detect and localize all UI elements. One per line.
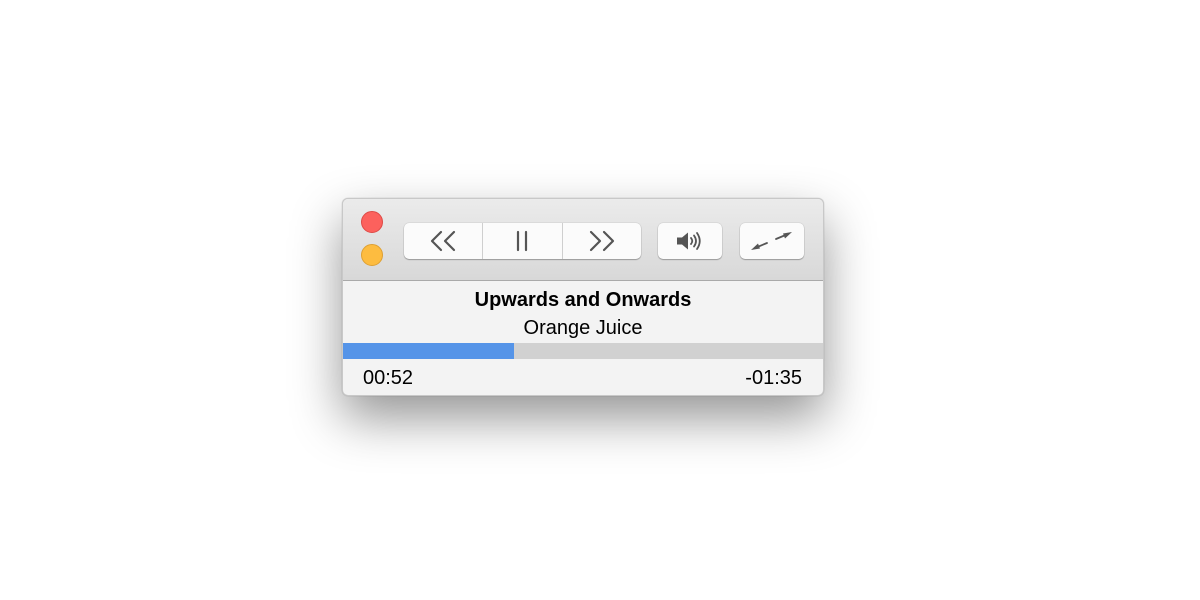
pause-button[interactable]: [482, 223, 561, 259]
track-title: Upwards and Onwards: [474, 289, 692, 311]
progress-bar-fill: [343, 343, 514, 359]
track-info: Upwards and Onwards Orange Juice: [343, 281, 823, 343]
pause-icon: [517, 230, 528, 252]
mini-player-window: Upwards and Onwards Orange Juice 00:52 -…: [342, 198, 824, 396]
remaining-time: -01:35: [745, 367, 802, 389]
transport-controls: [404, 223, 641, 259]
speaker-icon: [677, 232, 701, 250]
fast-forward-button[interactable]: [561, 223, 641, 259]
volume-button[interactable]: [658, 223, 722, 259]
progress-bar[interactable]: [343, 343, 823, 359]
close-button[interactable]: [361, 211, 383, 233]
fast-forward-icon: [589, 230, 614, 252]
track-artist: Orange Juice: [523, 317, 643, 339]
minimize-button[interactable]: [361, 244, 383, 266]
rewind-icon: [431, 230, 456, 252]
player-toolbar: [343, 199, 823, 281]
resize-arrows-icon: [751, 232, 792, 250]
elapsed-time: 00:52: [363, 367, 414, 389]
rewind-button[interactable]: [404, 223, 482, 259]
resize-button[interactable]: [740, 223, 804, 259]
